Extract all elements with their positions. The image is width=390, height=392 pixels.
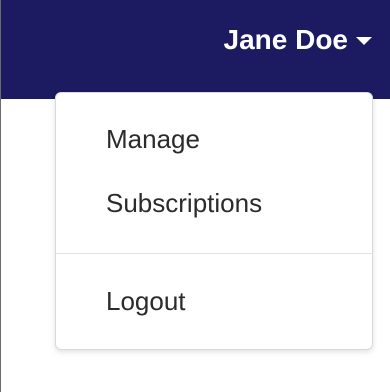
user-menu-toggle[interactable]: Jane Doe (223, 22, 372, 58)
user-name-label: Jane Doe (223, 24, 349, 55)
menu-divider (56, 253, 372, 254)
caret-down-icon (356, 37, 372, 45)
menu-item-manage[interactable]: Manage (106, 123, 200, 155)
app-frame: Jane Doe Manage Subscriptions Logout (0, 0, 390, 392)
menu-item-subscriptions[interactable]: Subscriptions (106, 187, 262, 219)
user-dropdown-menu: Manage Subscriptions Logout (55, 92, 373, 350)
top-navbar: Jane Doe (1, 0, 390, 99)
menu-item-logout[interactable]: Logout (106, 285, 186, 317)
